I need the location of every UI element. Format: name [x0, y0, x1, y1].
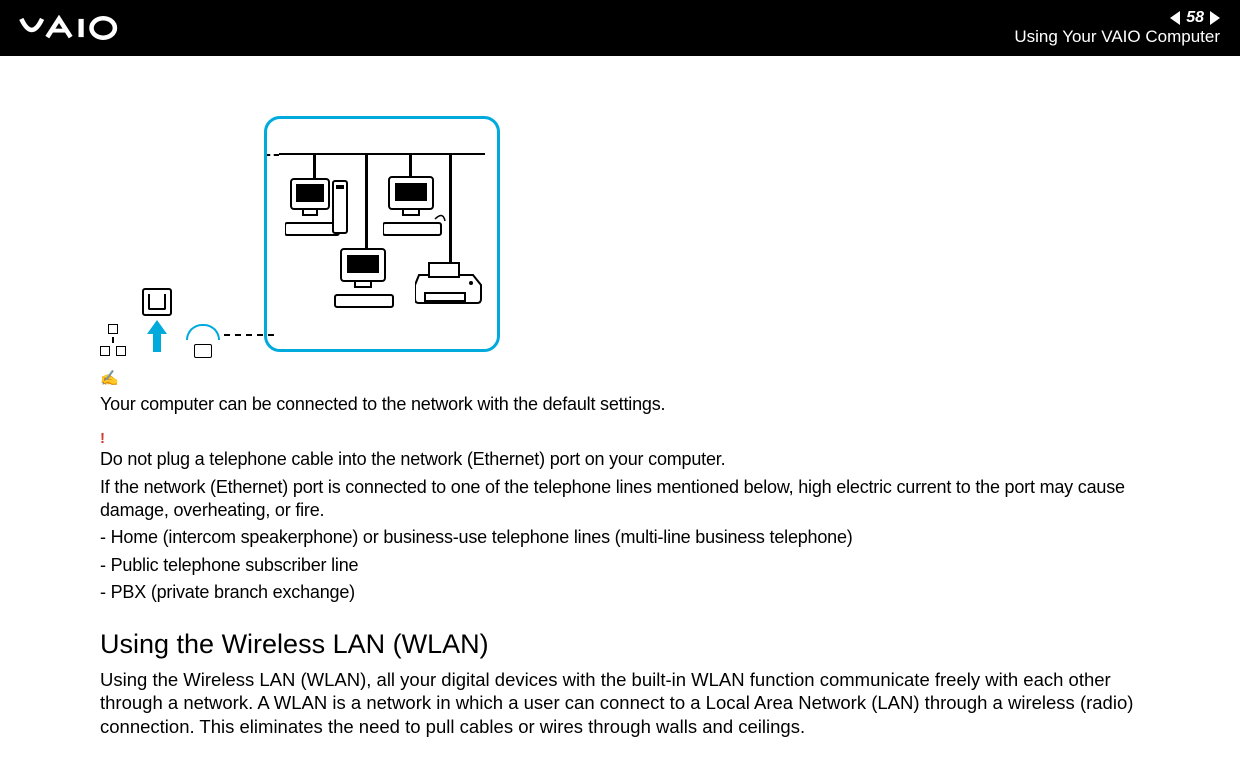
- cable-plug-icon: [194, 344, 212, 358]
- page-number: 58: [1186, 8, 1204, 27]
- chapter-title: Using Your VAIO Computer: [1014, 27, 1220, 47]
- network-diagram: [100, 116, 1140, 352]
- page-nav: 58: [1170, 8, 1220, 27]
- warning-line-1: Do not plug a telephone cable into the n…: [100, 448, 1140, 471]
- bullet-item: - Home (intercom speakerphone) or busine…: [100, 526, 1140, 549]
- up-arrow-icon: [147, 320, 167, 352]
- note-text: Your computer can be connected to the ne…: [100, 393, 1140, 416]
- vaio-logo: [10, 15, 160, 41]
- section-paragraph: Using the Wireless LAN (WLAN), all your …: [100, 668, 1140, 739]
- section-heading: Using the Wireless LAN (WLAN): [100, 627, 1140, 662]
- lan-box: [264, 116, 500, 352]
- desktop-pc-icon: [285, 177, 357, 239]
- note-icon: ✍: [100, 370, 119, 387]
- ethernet-port-icon: [142, 288, 172, 316]
- bullet-item: - Public telephone subscriber line: [100, 554, 1140, 577]
- prev-page-icon[interactable]: [1170, 11, 1180, 25]
- desktop-pc-icon: [333, 247, 399, 309]
- page-header: 58 Using Your VAIO Computer: [0, 0, 1240, 56]
- bullet-item: - PBX (private branch exchange): [100, 581, 1140, 604]
- desktop-pc-icon: [383, 175, 447, 237]
- next-page-icon[interactable]: [1210, 11, 1220, 25]
- network-hub-icon: [100, 324, 126, 356]
- warning-line-2: If the network (Ethernet) port is connec…: [100, 476, 1140, 523]
- printer-icon: [415, 259, 485, 307]
- warning-icon: !: [100, 429, 1140, 449]
